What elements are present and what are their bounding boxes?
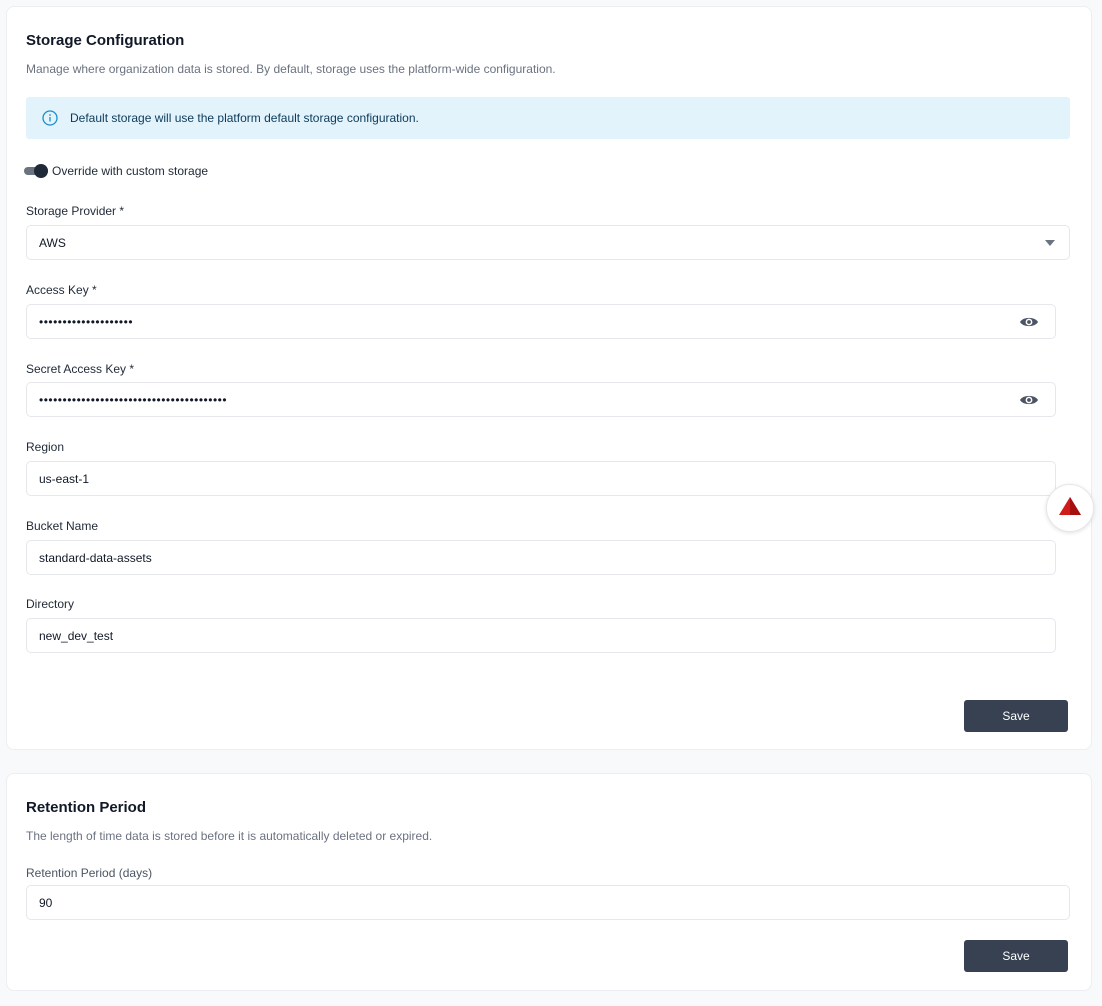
retention-period-days-value: 90 (39, 895, 53, 910)
storage-provider-value: AWS (39, 235, 66, 250)
override-custom-storage-label[interactable]: Override with custom storage (52, 164, 208, 178)
retention-period-days-label: Retention Period (days) (26, 866, 153, 880)
secret-access-key-label: Secret Access Key * (26, 362, 135, 376)
storage-provider-label: Storage Provider * (26, 204, 125, 218)
storage-configuration-title: Storage Configuration (26, 32, 185, 49)
region-value: us-east-1 (39, 471, 90, 486)
access-key-value: •••••••••••••••••••• (39, 314, 134, 329)
bucket-name-input[interactable]: standard-data-assets (26, 540, 1056, 575)
retention-period-title: Retention Period (26, 799, 147, 816)
warning-triangle-icon (1059, 496, 1081, 520)
retention-period-days-input[interactable]: 90 (26, 885, 1070, 920)
access-key-input[interactable]: •••••••••••••••••••• (26, 304, 1056, 339)
storage-provider-select[interactable]: AWS (26, 225, 1070, 260)
secret-access-key-value: •••••••••••••••••••••••••••••••••••••••• (39, 392, 228, 407)
region-input[interactable]: us-east-1 (26, 461, 1056, 496)
bucket-name-value: standard-data-assets (39, 550, 152, 565)
eye-icon[interactable] (1017, 388, 1041, 412)
storage-configuration-description: Manage where organization data is stored… (26, 62, 556, 76)
directory-value: new_dev_test (39, 628, 114, 643)
default-storage-banner: Default storage will use the platform de… (26, 97, 1070, 139)
access-key-label: Access Key * (26, 283, 97, 297)
directory-input[interactable]: new_dev_test (26, 618, 1056, 653)
bucket-name-label: Bucket Name (26, 519, 99, 533)
secret-access-key-input[interactable]: •••••••••••••••••••••••••••••••••••••••• (26, 382, 1056, 417)
eye-icon[interactable] (1017, 310, 1041, 334)
toggle-thumb (34, 164, 48, 178)
retention-period-description: The length of time data is stored before… (26, 829, 433, 843)
storage-configuration-card: Storage Configuration Manage where organ… (6, 6, 1092, 750)
override-custom-storage-toggle[interactable] (24, 163, 50, 179)
save-retention-button[interactable]: Save (964, 940, 1068, 972)
override-row: Override with custom storage (24, 162, 208, 180)
info-circle-icon (42, 110, 58, 126)
retention-period-card: Retention Period The length of time data… (6, 773, 1092, 991)
save-storage-button[interactable]: Save (964, 700, 1068, 732)
caret-down-icon (1045, 239, 1055, 246)
region-label: Region (26, 440, 65, 454)
banner-text: Default storage will use the platform de… (70, 111, 419, 125)
floating-alert-button[interactable] (1046, 484, 1094, 532)
directory-label: Directory (26, 597, 75, 611)
